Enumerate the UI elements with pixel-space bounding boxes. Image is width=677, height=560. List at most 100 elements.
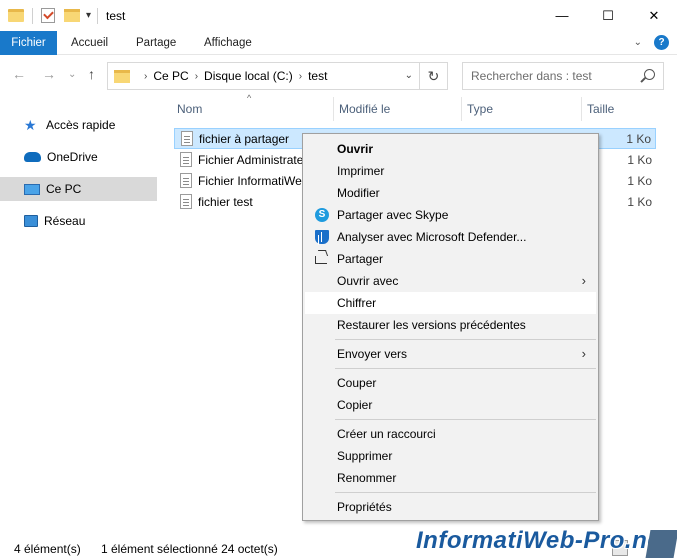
search-box[interactable]	[462, 62, 664, 90]
file-name: Fichier Administrateur	[198, 152, 308, 167]
new-folder-icon[interactable]	[64, 9, 80, 22]
item-count: 4 élément(s)	[14, 542, 81, 556]
column-header-modified[interactable]: Modifié le	[339, 96, 390, 122]
minimize-button[interactable]: —	[539, 0, 585, 31]
chevron-right-icon: ›	[581, 346, 586, 361]
menu-separator	[335, 339, 596, 340]
menu-item-label: Analyser avec Microsoft Defender...	[337, 230, 527, 244]
menu-item-send-to[interactable]: Envoyer vers ›	[305, 343, 596, 365]
file-size: 1 Ko	[627, 152, 652, 167]
up-button[interactable]: ↑	[88, 66, 95, 82]
breadcrumb-separator[interactable]: ›	[195, 71, 198, 82]
menu-item-rename[interactable]: Renommer	[305, 467, 596, 489]
menu-item-cut[interactable]: Couper	[305, 372, 596, 394]
file-name: fichier test	[198, 194, 253, 209]
quick-access-toolbar: ▾ test	[0, 0, 125, 31]
tab-accueil[interactable]: Accueil	[71, 31, 108, 55]
menu-item-properties[interactable]: Propriétés	[305, 496, 596, 518]
folder-icon	[8, 9, 24, 22]
folder-icon	[114, 69, 130, 83]
sidebar-item-reseau[interactable]: Réseau	[0, 209, 157, 233]
menu-item-label: Envoyer vers	[337, 347, 408, 361]
navigation-pane: ★ Accès rapide OneDrive Ce PC Réseau	[0, 95, 160, 535]
menu-item-scan-defender[interactable]: Analyser avec Microsoft Defender...	[305, 226, 596, 248]
recent-locations-icon[interactable]: ⌄	[68, 69, 76, 80]
column-divider[interactable]	[581, 97, 582, 121]
sidebar-item-label: Réseau	[44, 214, 86, 228]
menu-item-label: Partager avec Skype	[337, 208, 449, 222]
sidebar-item-label: Ce PC	[46, 182, 82, 196]
file-size: 1 Ko	[627, 173, 652, 188]
breadcrumb-ce-pc[interactable]: Ce PC	[153, 69, 188, 83]
tab-fichier[interactable]: Fichier	[0, 31, 57, 55]
text-file-icon	[181, 131, 193, 146]
column-divider[interactable]	[461, 97, 462, 121]
menu-item-copy[interactable]: Copier	[305, 394, 596, 416]
menu-item-open-with[interactable]: Ouvrir avec ›	[305, 270, 596, 292]
file-name: Fichier InformatiWeb	[198, 173, 308, 188]
text-file-icon	[180, 152, 192, 167]
maximize-button[interactable]: ☐	[585, 0, 631, 31]
toolbar-divider	[32, 7, 33, 24]
menu-item-open[interactable]: Ouvrir	[305, 138, 596, 160]
ribbon-tabs: Fichier Accueil Partage Affichage ⌄ ?	[0, 31, 677, 55]
back-button[interactable]: ←	[12, 66, 26, 82]
navigation-bar: ← → ⌄ ↑ › Ce PC › Disque local (C:) › te…	[0, 55, 677, 95]
watermark-logo-icon	[645, 530, 677, 558]
title-divider	[97, 7, 99, 24]
sidebar-item-label: Accès rapide	[46, 118, 116, 132]
context-menu: Ouvrir Imprimer Modifier S Partager avec…	[302, 133, 599, 521]
tab-affichage[interactable]: Affichage	[204, 31, 252, 55]
breadcrumb-separator[interactable]: ›	[299, 71, 302, 82]
network-icon	[24, 215, 38, 227]
tab-partage[interactable]: Partage	[136, 31, 176, 55]
menu-item-share[interactable]: Partager	[305, 248, 596, 270]
menu-item-print[interactable]: Imprimer	[305, 160, 596, 182]
column-header-size[interactable]: Taille	[587, 96, 614, 122]
watermark: InformatiWeb-Pro.net	[416, 527, 670, 554]
file-name: fichier à partager	[199, 131, 290, 146]
ribbon-collapse-icon[interactable]: ⌄	[634, 37, 642, 48]
column-divider[interactable]	[333, 97, 334, 121]
column-header-type[interactable]: Type	[467, 96, 493, 122]
sidebar-item-ce-pc[interactable]: Ce PC	[0, 177, 157, 201]
menu-item-label: Ouvrir avec	[337, 274, 399, 288]
customize-toolbar-icon[interactable]: ▾	[86, 10, 91, 21]
file-size: 1 Ko	[626, 131, 651, 146]
menu-item-encrypt[interactable]: Chiffrer	[305, 292, 596, 314]
column-header-name[interactable]: Nom	[177, 96, 202, 122]
sidebar-item-onedrive[interactable]: OneDrive	[0, 145, 157, 169]
shield-icon	[315, 230, 329, 244]
breadcrumb-disque-local[interactable]: Disque local (C:)	[204, 69, 293, 83]
text-file-icon	[180, 194, 192, 209]
chevron-right-icon: ›	[581, 273, 586, 288]
menu-separator	[335, 419, 596, 420]
menu-item-restore-versions[interactable]: Restaurer les versions précédentes	[305, 314, 596, 336]
menu-item-delete[interactable]: Supprimer	[305, 445, 596, 467]
menu-item-label: Partager	[337, 252, 384, 266]
search-icon[interactable]	[644, 69, 655, 80]
file-size: 1 Ko	[627, 194, 652, 209]
cloud-icon	[24, 152, 41, 162]
address-dropdown-icon[interactable]: ⌄	[405, 70, 413, 81]
address-bar[interactable]: › Ce PC › Disque local (C:) › test ⌄	[107, 62, 420, 90]
selection-info: 1 élément sélectionné 24 octet(s)	[101, 542, 278, 556]
menu-item-edit[interactable]: Modifier	[305, 182, 596, 204]
close-button[interactable]: ✕	[631, 0, 677, 31]
forward-button[interactable]: →	[42, 66, 56, 82]
breadcrumb-separator[interactable]: ›	[144, 71, 147, 82]
window-controls: — ☐ ✕	[539, 0, 677, 31]
help-icon[interactable]: ?	[654, 35, 669, 50]
share-icon	[315, 256, 327, 264]
menu-item-share-skype[interactable]: S Partager avec Skype	[305, 204, 596, 226]
sidebar-item-acces-rapide[interactable]: ★ Accès rapide	[0, 113, 157, 137]
breadcrumb-test[interactable]: test	[308, 69, 327, 83]
text-file-icon	[180, 173, 192, 188]
properties-icon[interactable]	[41, 8, 55, 23]
refresh-button[interactable]: ↻	[420, 62, 448, 90]
menu-item-create-shortcut[interactable]: Créer un raccourci	[305, 423, 596, 445]
search-input[interactable]	[463, 63, 633, 89]
menu-separator	[335, 368, 596, 369]
window-title: test	[106, 8, 126, 23]
skype-icon: S	[315, 208, 329, 222]
